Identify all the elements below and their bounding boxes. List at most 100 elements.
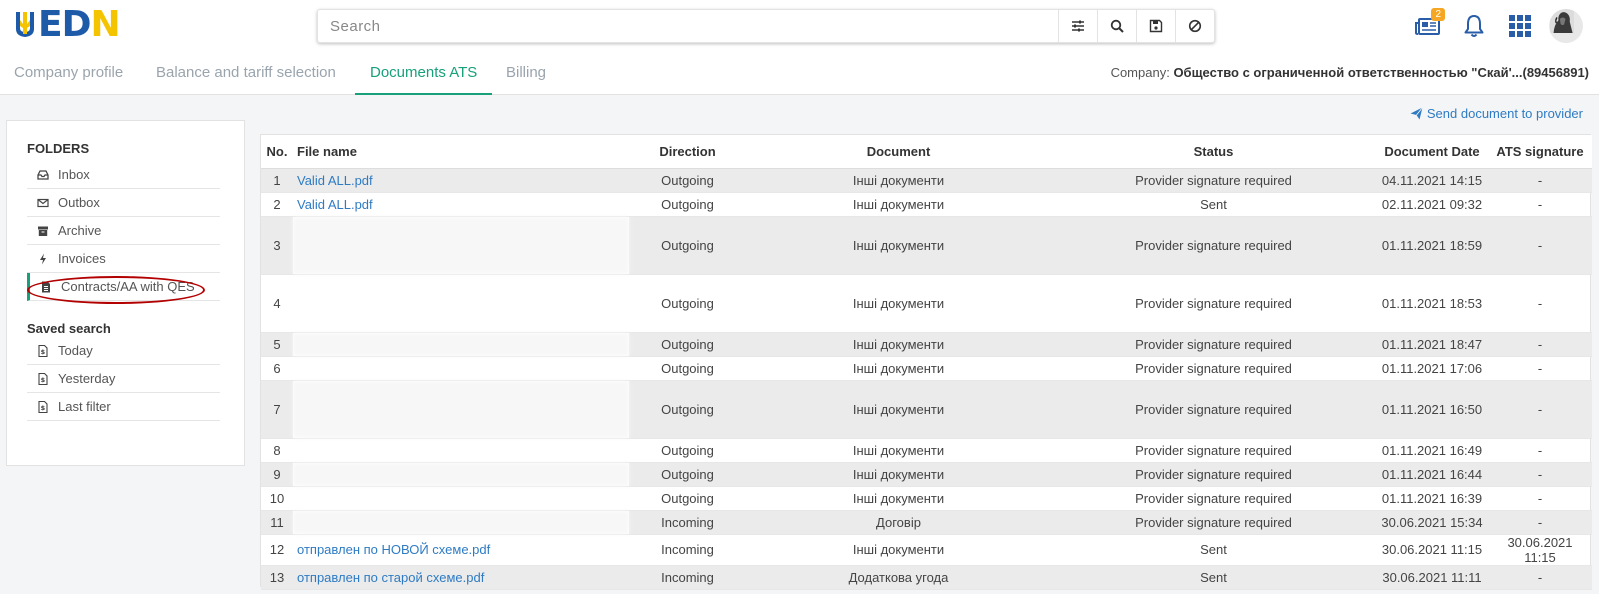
sidebar-item-outbox[interactable]: Outbox (27, 189, 220, 217)
cell-document-date: 01.11.2021 17:06 (1376, 356, 1488, 381)
cell-document: Договір (746, 510, 1051, 535)
news-button[interactable]: 2 (1405, 8, 1451, 44)
cell-file-name-redacted[interactable] (293, 216, 629, 275)
cell-document-date: 01.11.2021 16:44 (1376, 462, 1488, 487)
table-row[interactable]: 7 Outgoing Інші документи Provider signatur… (261, 380, 1592, 439)
sidebar-item-today[interactable]: $ Today (27, 337, 220, 365)
table-row[interactable]: 13 отправлен по старой схеме.pdf Incoming Д… (261, 565, 1592, 590)
table-row[interactable]: 5 Outgoing Інші документи Provider signatur… (261, 332, 1592, 357)
cell-document: Інші документи (746, 380, 1051, 439)
cell-file-name-redacted[interactable] (293, 462, 629, 487)
sidebar-item-inbox[interactable]: Inbox (27, 161, 220, 189)
archive-icon (38, 226, 48, 236)
cell-file-name[interactable]: Valid ALL.pdf (293, 192, 629, 217)
documents-table: No. File name Direction Document Status … (260, 134, 1592, 590)
news-badge: 2 (1431, 8, 1445, 21)
table-row[interactable]: 8 Outgoing Інші документи Provider signatur… (261, 438, 1592, 463)
tab-bar: Company profile Balance and tariff selec… (0, 50, 1599, 95)
column-header-document[interactable]: Document (746, 135, 1051, 169)
cell-document-date: 01.11.2021 18:59 (1376, 216, 1488, 275)
cell-direction: Outgoing (629, 332, 746, 357)
cell-ats-signature: - (1488, 274, 1592, 333)
cell-no: 11 (261, 510, 293, 535)
tab-billing[interactable]: Billing (506, 50, 546, 95)
cell-file-name[interactable]: отправлен по НОВОЙ схеме.pdf (293, 534, 629, 566)
sidebar-item-label: Inbox (58, 167, 90, 182)
cell-document-date: 30.06.2021 11:15 (1376, 534, 1488, 566)
table-body: 1 Valid ALL.pdf Outgoing Інші документи Prov… (261, 168, 1592, 590)
company-info: Company: Общество с ограниченной ответст… (1111, 50, 1589, 95)
cell-document: Інші документи (746, 356, 1051, 381)
tab-company-profile[interactable]: Company profile (14, 50, 123, 95)
cell-file-name-redacted[interactable] (293, 380, 629, 439)
cell-file-name-redacted[interactable] (293, 356, 629, 381)
cell-document-date: 30.06.2021 11:11 (1376, 565, 1488, 590)
search-button[interactable] (1097, 9, 1136, 43)
table-row[interactable]: 1 Valid ALL.pdf Outgoing Інші документи Prov… (261, 168, 1592, 193)
column-header-no[interactable]: No. (261, 135, 293, 169)
notifications-button[interactable] (1451, 8, 1497, 44)
column-header-ats-signature[interactable]: ATS signature (1488, 135, 1592, 169)
tab-balance-tariff[interactable]: Balance and tariff selection (156, 50, 336, 95)
send-document-link[interactable]: Send document to provider (1410, 106, 1583, 121)
table-row[interactable]: 10 Outgoing Інші документи Provider signatu… (261, 486, 1592, 511)
cell-no: 13 (261, 565, 293, 590)
table-row[interactable]: 4 Outgoing Інші документи Provider signatur… (261, 274, 1592, 333)
cell-file-name-redacted[interactable] (293, 510, 629, 535)
cell-no: 5 (261, 332, 293, 357)
cell-document: Інші документи (746, 534, 1051, 566)
column-header-document-date[interactable]: Document Date (1376, 135, 1488, 169)
sidebar-item-invoices[interactable]: Invoices (27, 245, 220, 273)
filter-settings-button[interactable] (1058, 9, 1097, 43)
cell-file-name-redacted[interactable] (293, 438, 629, 463)
company-label: Company: (1110, 65, 1170, 80)
cell-ats-signature: - (1488, 216, 1592, 275)
cell-document: Інші документи (746, 332, 1051, 357)
table-row[interactable]: 12 отправлен по НОВОЙ схеме.pdf Incoming Ін… (261, 534, 1592, 566)
cell-file-name-redacted[interactable] (293, 332, 629, 357)
table-row[interactable]: 11 Incoming Договір Provider signature requ… (261, 510, 1592, 535)
cell-status: Sent (1051, 565, 1376, 590)
column-header-status[interactable]: Status (1051, 135, 1376, 169)
column-header-direction[interactable]: Direction (629, 135, 746, 169)
cell-no: 4 (261, 274, 293, 333)
sidebar-item-last-filter[interactable]: $ Last filter (27, 393, 220, 421)
folders-title: FOLDERS (27, 141, 90, 156)
cell-file-name[interactable]: Valid ALL.pdf (293, 168, 629, 193)
column-header-file-name[interactable]: File name (293, 135, 629, 169)
table-row[interactable]: 6 Outgoing Інші документи Provider signatur… (261, 356, 1592, 381)
sidebar-item-archive[interactable]: Archive (27, 217, 220, 245)
cell-direction: Outgoing (629, 356, 746, 381)
user-menu-button[interactable] (1543, 8, 1589, 44)
cell-file-name-redacted[interactable] (293, 486, 629, 511)
cell-file-name-redacted[interactable] (293, 274, 629, 333)
cell-file-name[interactable]: отправлен по старой схеме.pdf (293, 565, 629, 590)
cell-document: Інші документи (746, 216, 1051, 275)
cell-direction: Outgoing (629, 216, 746, 275)
cell-document-date: 01.11.2021 16:49 (1376, 438, 1488, 463)
search-bar (317, 9, 1215, 43)
cell-direction: Outgoing (629, 168, 746, 193)
cell-direction: Outgoing (629, 274, 746, 333)
cell-no: 12 (261, 534, 293, 566)
cell-direction: Incoming (629, 510, 746, 535)
tab-documents-ats[interactable]: Documents ATS (355, 50, 493, 95)
cell-document-date: 01.11.2021 16:50 (1376, 380, 1488, 439)
edin-logo[interactable]: EDN (14, 7, 121, 43)
table-row[interactable]: 3 Outgoing Інші документи Provider signatur… (261, 216, 1592, 275)
clear-search-button[interactable] (1175, 9, 1214, 43)
cell-direction: Outgoing (629, 380, 746, 439)
cell-status: Provider signature required (1051, 486, 1376, 511)
cell-ats-signature: - (1488, 462, 1592, 487)
svg-text:$: $ (41, 376, 46, 384)
sidebar-item-label: Invoices (58, 251, 106, 266)
cell-status: Provider signature required (1051, 168, 1376, 193)
sidebar-item-yesterday[interactable]: $ Yesterday (27, 365, 220, 393)
table-row[interactable]: 2 Valid ALL.pdf Outgoing Інші документи Sent… (261, 192, 1592, 217)
save-search-button[interactable] (1136, 9, 1175, 43)
table-row[interactable]: 9 Outgoing Інші документи Provider signatur… (261, 462, 1592, 487)
cell-direction: Incoming (629, 534, 746, 566)
search-input[interactable] (318, 10, 1058, 42)
apps-button[interactable] (1497, 8, 1543, 44)
cell-ats-signature: - (1488, 565, 1592, 590)
